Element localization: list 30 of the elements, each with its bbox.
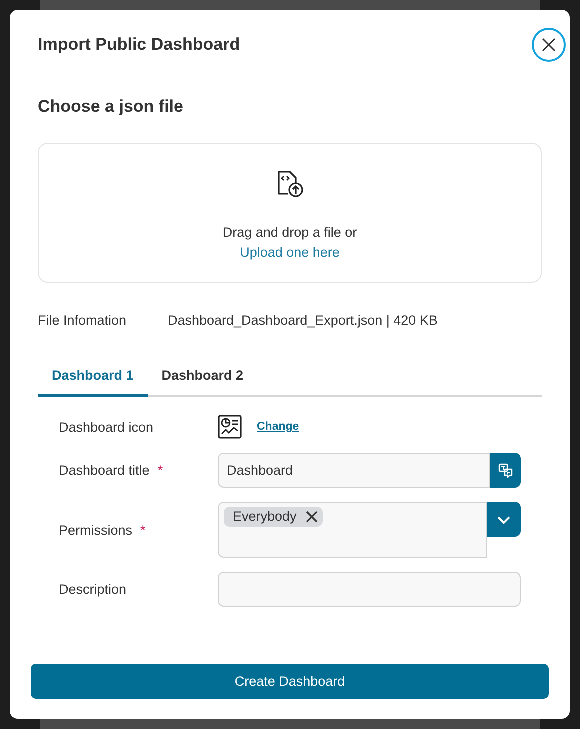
file-info-label: File Infomation xyxy=(38,313,128,328)
close-icon xyxy=(542,38,556,52)
tag-label: Everybody xyxy=(233,509,297,524)
field-label: Permissions xyxy=(59,522,133,538)
create-dashboard-button[interactable]: Create Dashboard xyxy=(31,664,549,699)
dropdown-button[interactable] xyxy=(487,502,521,537)
required-mark: * xyxy=(140,522,146,538)
field-label: Dashboard icon xyxy=(59,420,154,434)
permissions-field[interactable]: Everybody xyxy=(218,502,487,558)
text-field[interactable]: Dashboard xyxy=(218,453,490,488)
dialog-title: Import Public Dashboard xyxy=(38,35,240,55)
translate-icon xyxy=(498,462,514,478)
tab[interactable]: Dashboard 1 xyxy=(38,358,148,397)
upload-instructions: Drag and drop a file or Upload one here xyxy=(222,224,358,262)
file-upload-icon xyxy=(275,169,305,199)
field-label: Description xyxy=(59,582,127,597)
file-info-value: Dashboard_Dashboard_Export.json | 420 KB xyxy=(168,313,438,328)
text-field[interactable] xyxy=(218,572,521,607)
drop-zone[interactable]: Drag and drop a file or Upload one here xyxy=(38,143,542,283)
remove-icon[interactable] xyxy=(306,510,318,522)
required-mark: * xyxy=(158,463,164,478)
tab[interactable]: Dashboard 2 xyxy=(148,358,258,397)
change-link[interactable]: Change xyxy=(257,421,300,433)
close-button[interactable] xyxy=(532,28,566,62)
section-heading: Choose a json file xyxy=(38,97,184,117)
chevron-down-icon xyxy=(497,514,511,524)
dashboard-icon xyxy=(218,415,242,439)
translate-button[interactable] xyxy=(490,453,521,488)
field-label: Dashboard title xyxy=(59,463,150,478)
upload-link[interactable]: Upload one here xyxy=(240,245,340,260)
